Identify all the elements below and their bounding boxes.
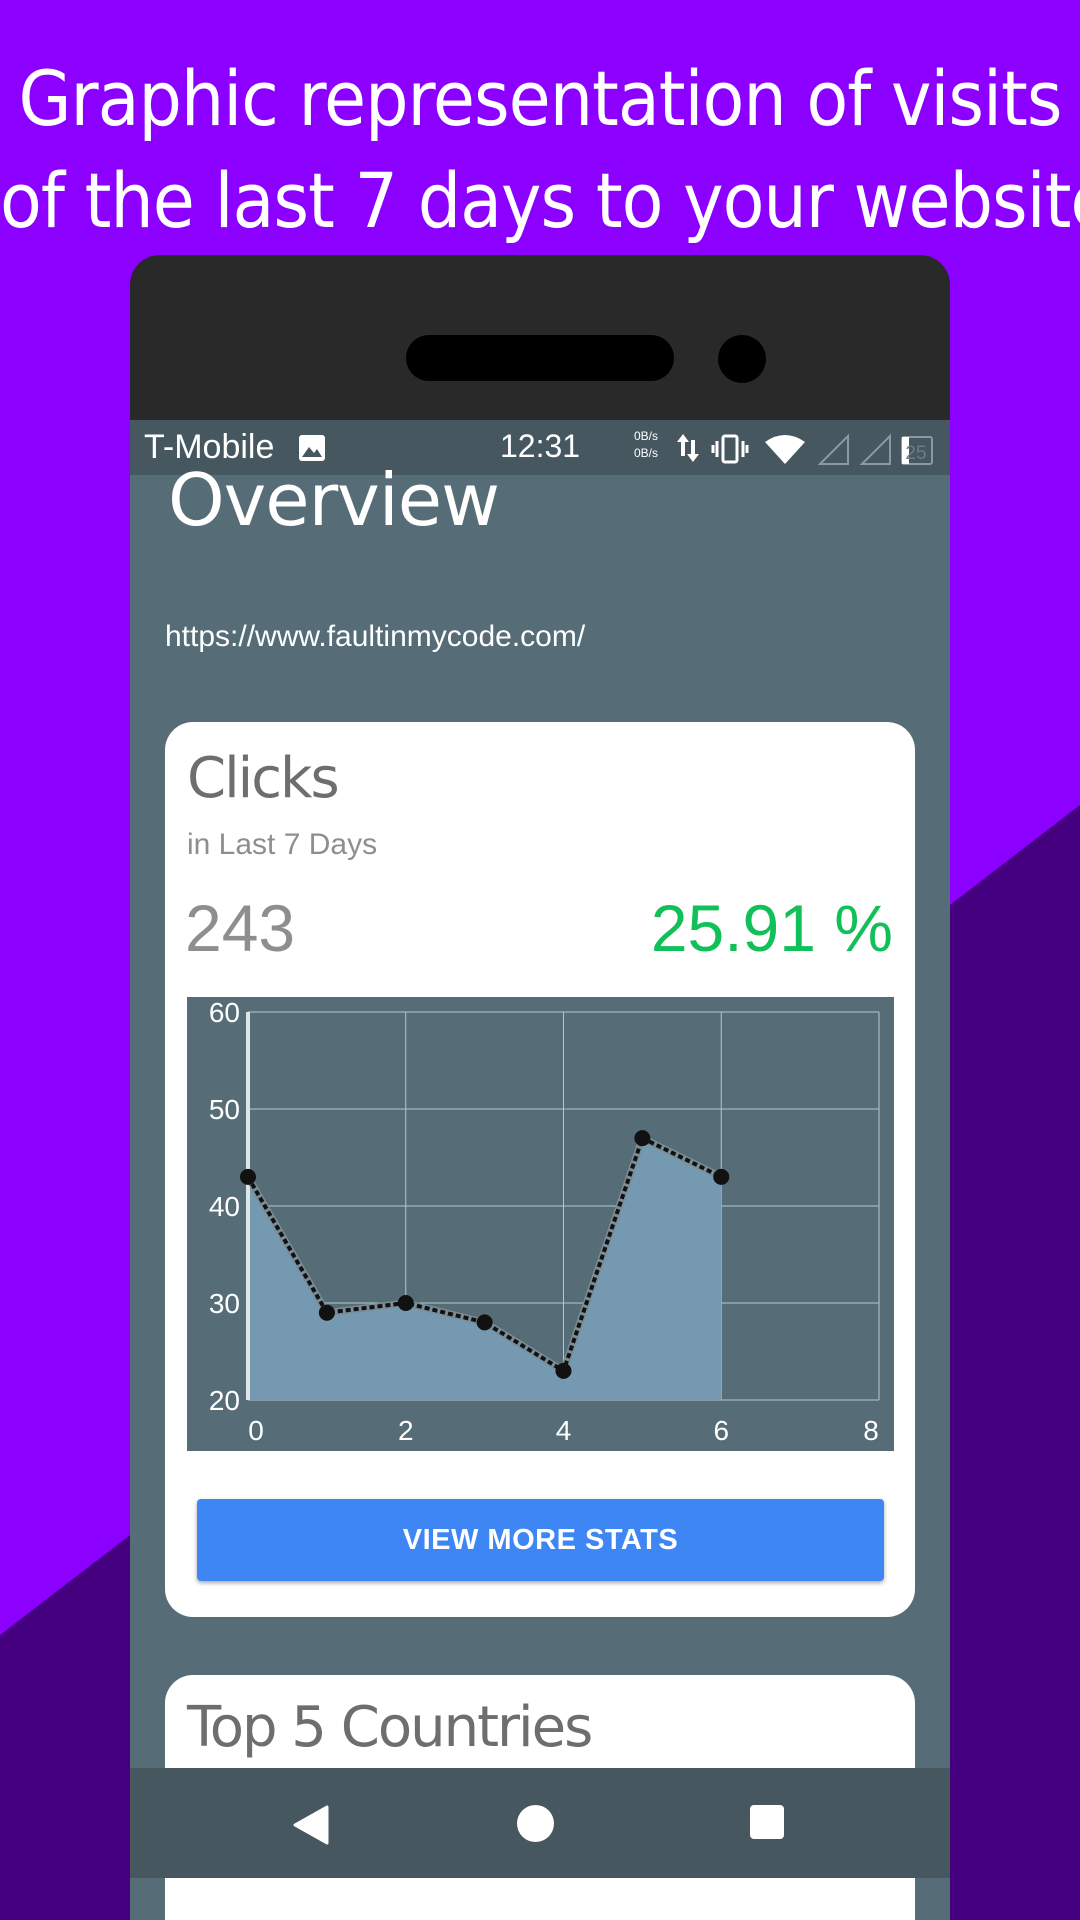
data-point <box>713 1168 730 1185</box>
data-arrows-icon <box>677 434 699 462</box>
app-screen: T-Mobile 12:31 0B/s 0B/s 25 Overview htt… <box>130 420 950 1920</box>
home-icon[interactable] <box>517 1805 554 1842</box>
x-tick-label: 6 <box>713 1415 729 1446</box>
promo-headline: Graphic representation of visits of the … <box>0 48 1080 252</box>
x-tick-label: 8 <box>863 1415 879 1446</box>
status-icons: 25 <box>677 433 933 465</box>
navigation-bar <box>130 1768 950 1878</box>
data-point <box>476 1314 493 1331</box>
promo-headline-line1: Graphic representation of visits <box>18 54 1063 143</box>
data-point <box>555 1362 572 1379</box>
y-tick-label: 50 <box>209 1094 240 1125</box>
recent-apps-icon[interactable] <box>750 1805 784 1839</box>
phone-camera <box>718 335 766 383</box>
clicks-chart: 20 30 40 50 60 0 2 4 6 8 <box>187 997 894 1451</box>
clicks-card: Clicks in Last 7 Days 243 25.91 % 20 30 40… <box>165 722 915 1617</box>
promo-headline-line2: of the last 7 days to your website. <box>0 156 1080 245</box>
rate-down: 0B/s <box>634 446 659 460</box>
website-url: https://www.faultinmycode.com/ <box>165 620 586 653</box>
y-tick-label: 40 <box>209 1191 240 1222</box>
x-tick-label: 0 <box>248 1415 264 1446</box>
data-point <box>634 1130 651 1147</box>
page-title: Overview <box>168 458 500 542</box>
clock: 12:31 <box>500 428 581 464</box>
x-tick-label: 4 <box>556 1415 572 1446</box>
rate-up: 0B/s <box>634 429 659 443</box>
clicks-change-percent: 25.91 % <box>650 891 893 965</box>
y-tick-label: 30 <box>209 1288 240 1319</box>
view-more-stats-button[interactable]: VIEW MORE STATS <box>197 1499 884 1581</box>
data-point <box>318 1304 335 1321</box>
vibrate-icon <box>711 434 749 464</box>
phone-frame: T-Mobile 12:31 0B/s 0B/s 25 Overview htt… <box>130 255 950 1920</box>
wifi-icon <box>765 435 805 464</box>
signal1-icon <box>817 433 849 465</box>
data-point <box>397 1295 414 1311</box>
network-rate: 0B/s 0B/s <box>634 428 658 462</box>
phone-speaker <box>406 335 674 381</box>
signal2-icon <box>859 433 891 465</box>
y-tick-label: 60 <box>209 997 240 1028</box>
y-tick-label: 20 <box>209 1385 240 1416</box>
x-tick-label: 2 <box>398 1415 414 1446</box>
data-point <box>240 1168 256 1185</box>
clicks-total: 243 <box>185 891 296 965</box>
top-countries-title: Top 5 Countries <box>187 1695 593 1760</box>
clicks-subtitle: in Last 7 Days <box>187 828 378 861</box>
battery-icon: 25 <box>901 436 933 465</box>
clicks-title: Clicks <box>187 746 340 811</box>
svg-text:25: 25 <box>905 443 926 464</box>
clicks-chart-svg: 20 30 40 50 60 0 2 4 6 8 <box>187 997 894 1451</box>
back-icon[interactable] <box>293 1805 329 1845</box>
